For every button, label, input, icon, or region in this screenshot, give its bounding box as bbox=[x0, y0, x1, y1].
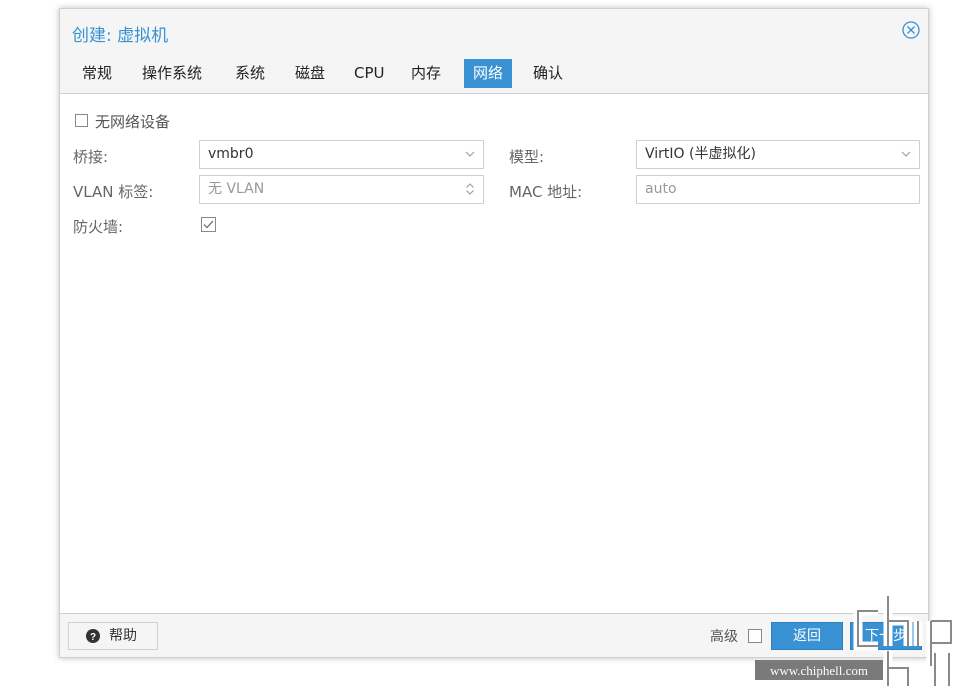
chevron-down-icon[interactable] bbox=[463, 147, 477, 161]
mac-address-input[interactable]: auto bbox=[636, 175, 920, 204]
tab-memory[interactable]: 内存 bbox=[402, 59, 450, 88]
advanced-checkbox[interactable] bbox=[748, 629, 762, 643]
tab-os[interactable]: 操作系统 bbox=[133, 59, 211, 88]
back-button[interactable]: 返回 bbox=[771, 622, 843, 650]
svg-text:?: ? bbox=[90, 632, 96, 643]
model-select[interactable]: VirtIO (半虚拟化) bbox=[636, 140, 920, 169]
bridge-select[interactable]: vmbr0 bbox=[199, 140, 484, 169]
spinner-icon[interactable] bbox=[463, 182, 477, 196]
tab-cpu[interactable]: CPU bbox=[345, 59, 394, 88]
question-circle-icon: ? bbox=[86, 629, 100, 643]
no-network-device-checkbox[interactable] bbox=[75, 114, 88, 127]
bridge-value: vmbr0 bbox=[208, 146, 254, 162]
firewall-label: 防火墙: bbox=[73, 218, 124, 236]
model-label: 模型: bbox=[509, 148, 545, 166]
advanced-label: 高级 bbox=[710, 629, 738, 645]
tab-network[interactable]: 网络 bbox=[464, 59, 513, 88]
firewall-checkbox[interactable] bbox=[201, 217, 216, 232]
mac-placeholder: auto bbox=[645, 181, 677, 197]
create-vm-dialog: 创建: 虚拟机 常规 操作系统 系统 磁盘 CPU 内存 网络 确认 无网络设备… bbox=[59, 8, 929, 658]
vlan-label: VLAN 标签: bbox=[73, 183, 154, 201]
tab-disk[interactable]: 磁盘 bbox=[286, 59, 334, 88]
watermark-url: www.chiphell.com bbox=[770, 663, 868, 678]
bridge-label: 桥接: bbox=[73, 148, 109, 166]
help-label: 帮助 bbox=[109, 628, 137, 644]
mac-label: MAC 地址: bbox=[509, 183, 583, 201]
chevron-down-icon[interactable] bbox=[899, 147, 913, 161]
no-network-device-label: 无网络设备 bbox=[95, 113, 171, 131]
vlan-placeholder: 无 VLAN bbox=[208, 181, 265, 197]
next-button[interactable]: 下一步 bbox=[850, 622, 922, 650]
vlan-input[interactable]: 无 VLAN bbox=[199, 175, 484, 204]
network-panel: 无网络设备 桥接: vmbr0 VLAN 标签: 无 VLAN 防火墙: 模型:… bbox=[60, 94, 928, 614]
model-value: VirtIO (半虚拟化) bbox=[645, 146, 756, 162]
dialog-footer: ? 帮助 高级 返回 下一步 bbox=[60, 613, 928, 657]
dialog-title: 创建: 虚拟机 bbox=[72, 26, 169, 46]
dialog-titlebar: 创建: 虚拟机 bbox=[60, 9, 928, 53]
close-icon[interactable] bbox=[902, 21, 920, 39]
tab-bar: 常规 操作系统 系统 磁盘 CPU 内存 网络 确认 bbox=[60, 53, 928, 94]
help-button[interactable]: ? 帮助 bbox=[68, 622, 158, 650]
tab-general[interactable]: 常规 bbox=[73, 59, 121, 88]
tab-system[interactable]: 系统 bbox=[226, 59, 274, 88]
tab-confirm[interactable]: 确认 bbox=[524, 59, 572, 88]
